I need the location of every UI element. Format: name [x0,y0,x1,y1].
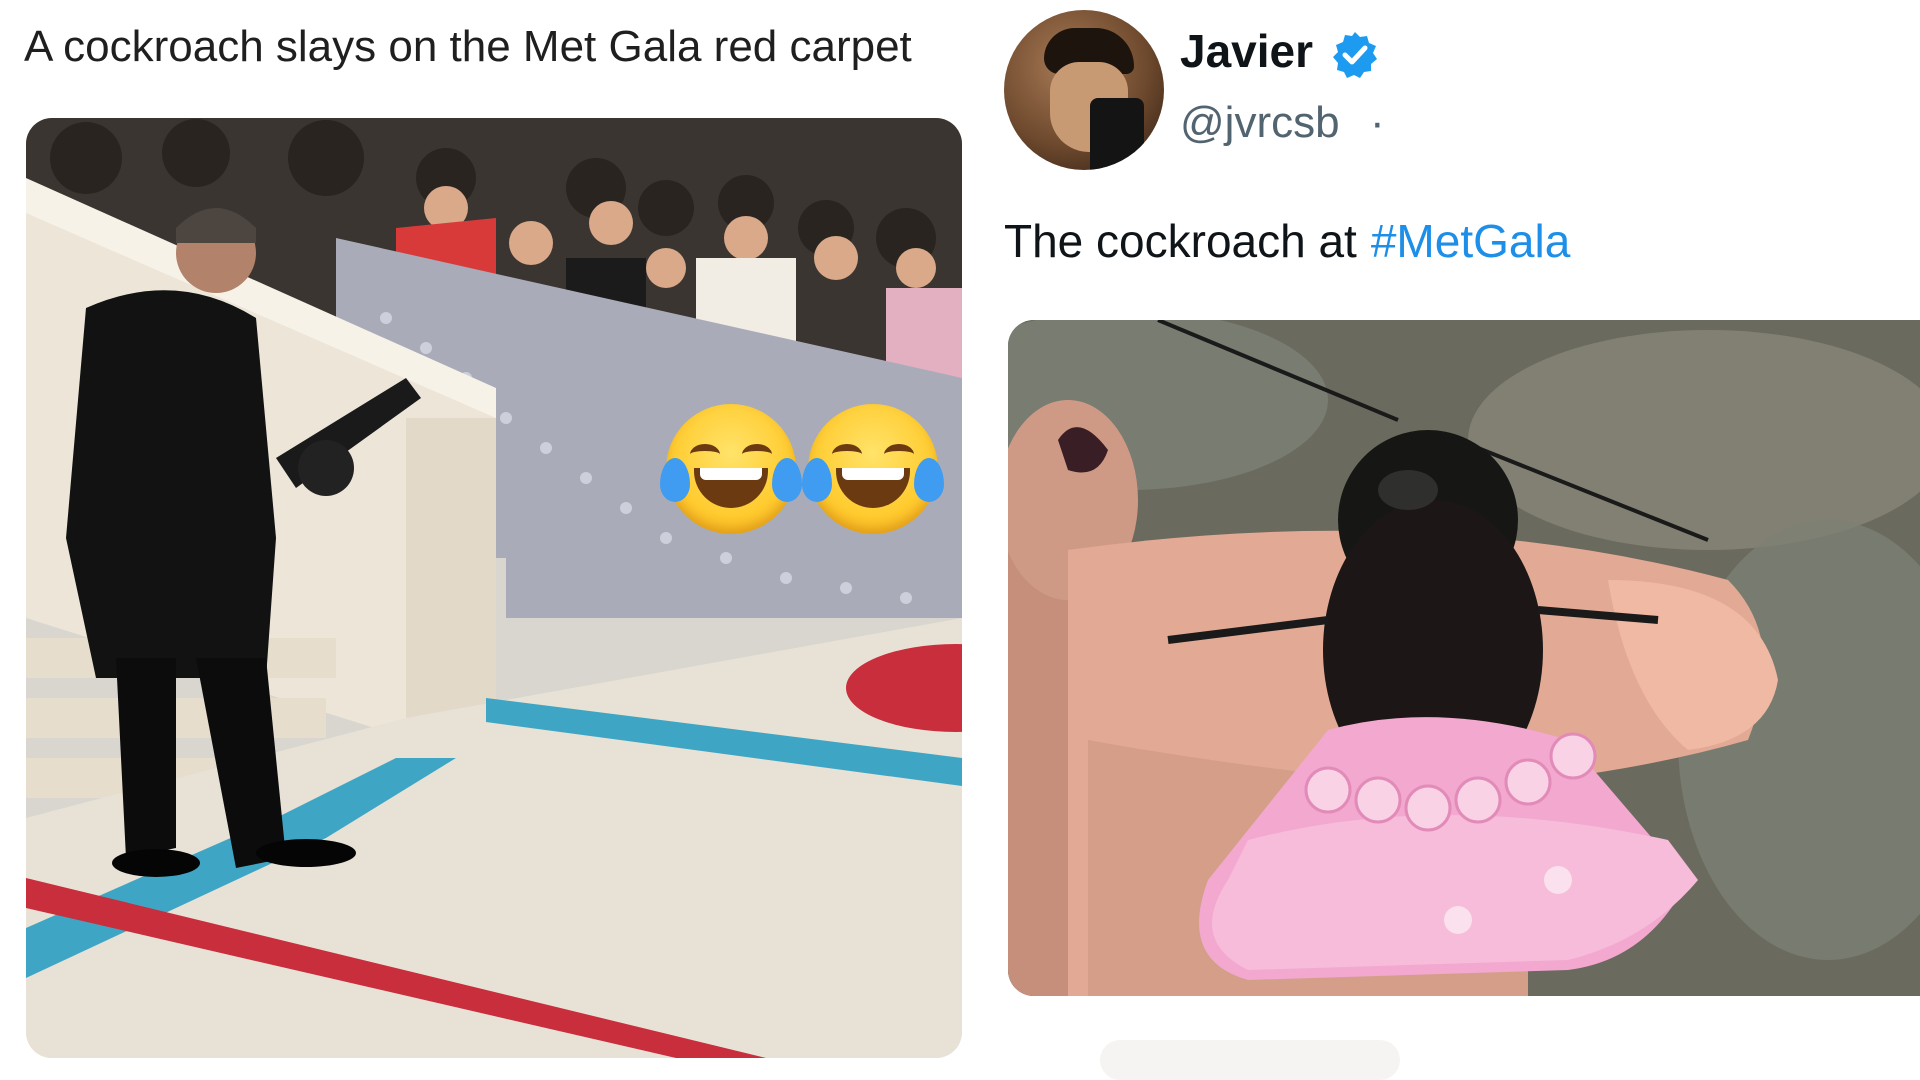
tweet-text-body: The cockroach at [1004,215,1357,267]
verified-badge-icon [1333,32,1377,78]
left-post: A cockroach slays on the Met Gala red ca… [0,0,980,1080]
tweet-text: The cockroach at #MetGala [1004,214,1570,268]
tweet: Javier @jvrcsb · The cockroach at #MetGal… [990,0,1920,1080]
handle-separator: · [1370,98,1385,147]
met-gala-photo-drawing [26,118,962,1058]
face-with-tears-of-joy-icon [660,404,802,534]
cockroach-photo-drawing [1008,320,1920,996]
next-item-preview [1100,1040,1400,1080]
author-name[interactable]: Javier [1180,24,1313,78]
emoji-row [660,404,944,534]
meme-collage: A cockroach slays on the Met Gala red ca… [0,0,1920,1080]
met-gala-photo[interactable] [26,118,962,1058]
avatar[interactable] [1004,10,1164,170]
author-handle[interactable]: @jvrcsb [1180,98,1340,148]
hashtag-link[interactable]: #MetGala [1371,215,1570,267]
face-with-tears-of-joy-icon [802,404,944,534]
cockroach-photo[interactable] [1008,320,1920,996]
post-caption: A cockroach slays on the Met Gala red ca… [24,22,912,71]
